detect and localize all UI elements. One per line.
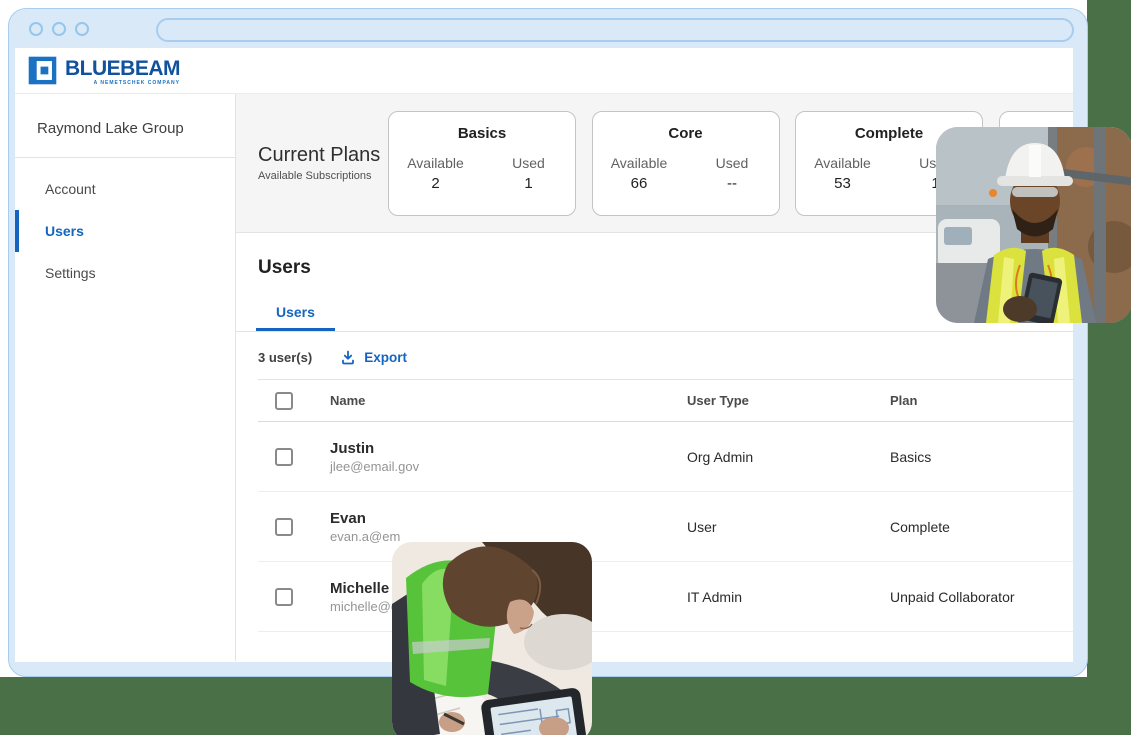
available-value: 66 <box>593 175 686 192</box>
user-type-cell: User <box>687 519 890 535</box>
row-checkbox[interactable] <box>275 518 293 536</box>
export-label: Export <box>364 350 407 365</box>
table-row: Michelle michelle@e IT Admin Unpaid Coll… <box>258 562 1073 632</box>
available-value: 53 <box>796 175 889 192</box>
column-header-user-type: User Type <box>687 393 890 408</box>
plan-cell: Unpaid Collaborator <box>890 589 1073 605</box>
sidebar-item-settings[interactable]: Settings <box>15 252 235 294</box>
user-email: jlee@email.gov <box>330 459 687 474</box>
current-plans-subtitle: Available Subscriptions <box>258 170 380 182</box>
tab-users[interactable]: Users <box>256 298 335 331</box>
sidebar: Raymond Lake Group Account Users Setting… <box>15 94 236 661</box>
plan-cell: Complete <box>890 519 1073 535</box>
bluebeam-logo: BLUEBEAM A NEMETSCHEK COMPANY <box>27 55 180 86</box>
brand-name: BLUEBEAM <box>65 58 180 79</box>
table-row: Justin jlee@email.gov Org Admin Basics <box>258 422 1073 492</box>
users-table: Name User Type Plan Justin jlee@email.go… <box>258 379 1073 632</box>
org-name: Raymond Lake Group <box>15 94 235 158</box>
browser-chrome <box>9 9 1087 48</box>
available-label: Available <box>593 155 686 171</box>
window-control-icon[interactable] <box>29 22 43 36</box>
sidebar-item-account[interactable]: Account <box>15 168 235 210</box>
user-name: Evan <box>330 510 687 527</box>
window-control-icon[interactable] <box>52 22 66 36</box>
current-plans-title: Current Plans <box>258 144 380 167</box>
bluebeam-wordmark: BLUEBEAM A NEMETSCHEK COMPANY <box>65 58 180 86</box>
used-label: Used <box>686 155 779 171</box>
construction-worker-photo <box>936 127 1131 323</box>
url-bar[interactable] <box>156 18 1074 42</box>
plan-cell: Basics <box>890 449 1073 465</box>
table-header-row: Name User Type Plan <box>258 379 1073 422</box>
download-icon <box>340 349 356 366</box>
row-checkbox[interactable] <box>275 588 293 606</box>
user-type-cell: IT Admin <box>687 589 890 605</box>
table-toolbar: 3 user(s) Export <box>258 349 1073 366</box>
user-type-cell: Org Admin <box>687 449 890 465</box>
used-value: -- <box>686 175 779 192</box>
user-name: Justin <box>330 440 687 457</box>
bluebeam-logo-icon <box>27 55 58 86</box>
worker-with-tablet-photo <box>392 542 592 735</box>
table-row: Evan evan.a@em User Complete <box>258 492 1073 562</box>
window-control-icon[interactable] <box>75 22 89 36</box>
plan-card-basics: Basics Available 2 Used 1 <box>388 111 576 216</box>
row-checkbox[interactable] <box>275 448 293 466</box>
user-count: 3 user(s) <box>258 350 312 365</box>
column-header-plan: Plan <box>890 393 1073 408</box>
plan-card-core: Core Available 66 Used -- <box>592 111 780 216</box>
brand-tagline: A NEMETSCHEK COMPANY <box>65 81 180 86</box>
green-backdrop-right <box>1087 0 1131 735</box>
used-value: 1 <box>482 175 575 192</box>
sidebar-nav: Account Users Settings <box>15 158 235 294</box>
plan-name: Core <box>593 125 779 142</box>
sidebar-item-users[interactable]: Users <box>15 210 235 252</box>
plan-name: Basics <box>389 125 575 142</box>
export-button[interactable]: Export <box>340 349 407 366</box>
logo-bar: BLUEBEAM A NEMETSCHEK COMPANY <box>15 48 1073 94</box>
available-label: Available <box>389 155 482 171</box>
page: BLUEBEAM A NEMETSCHEK COMPANY Raymond La… <box>0 0 1131 735</box>
column-header-name: Name <box>330 393 687 408</box>
available-label: Available <box>796 155 889 171</box>
select-all-checkbox[interactable] <box>275 392 293 410</box>
available-value: 2 <box>389 175 482 192</box>
used-label: Used <box>482 155 575 171</box>
window-controls <box>29 22 89 36</box>
